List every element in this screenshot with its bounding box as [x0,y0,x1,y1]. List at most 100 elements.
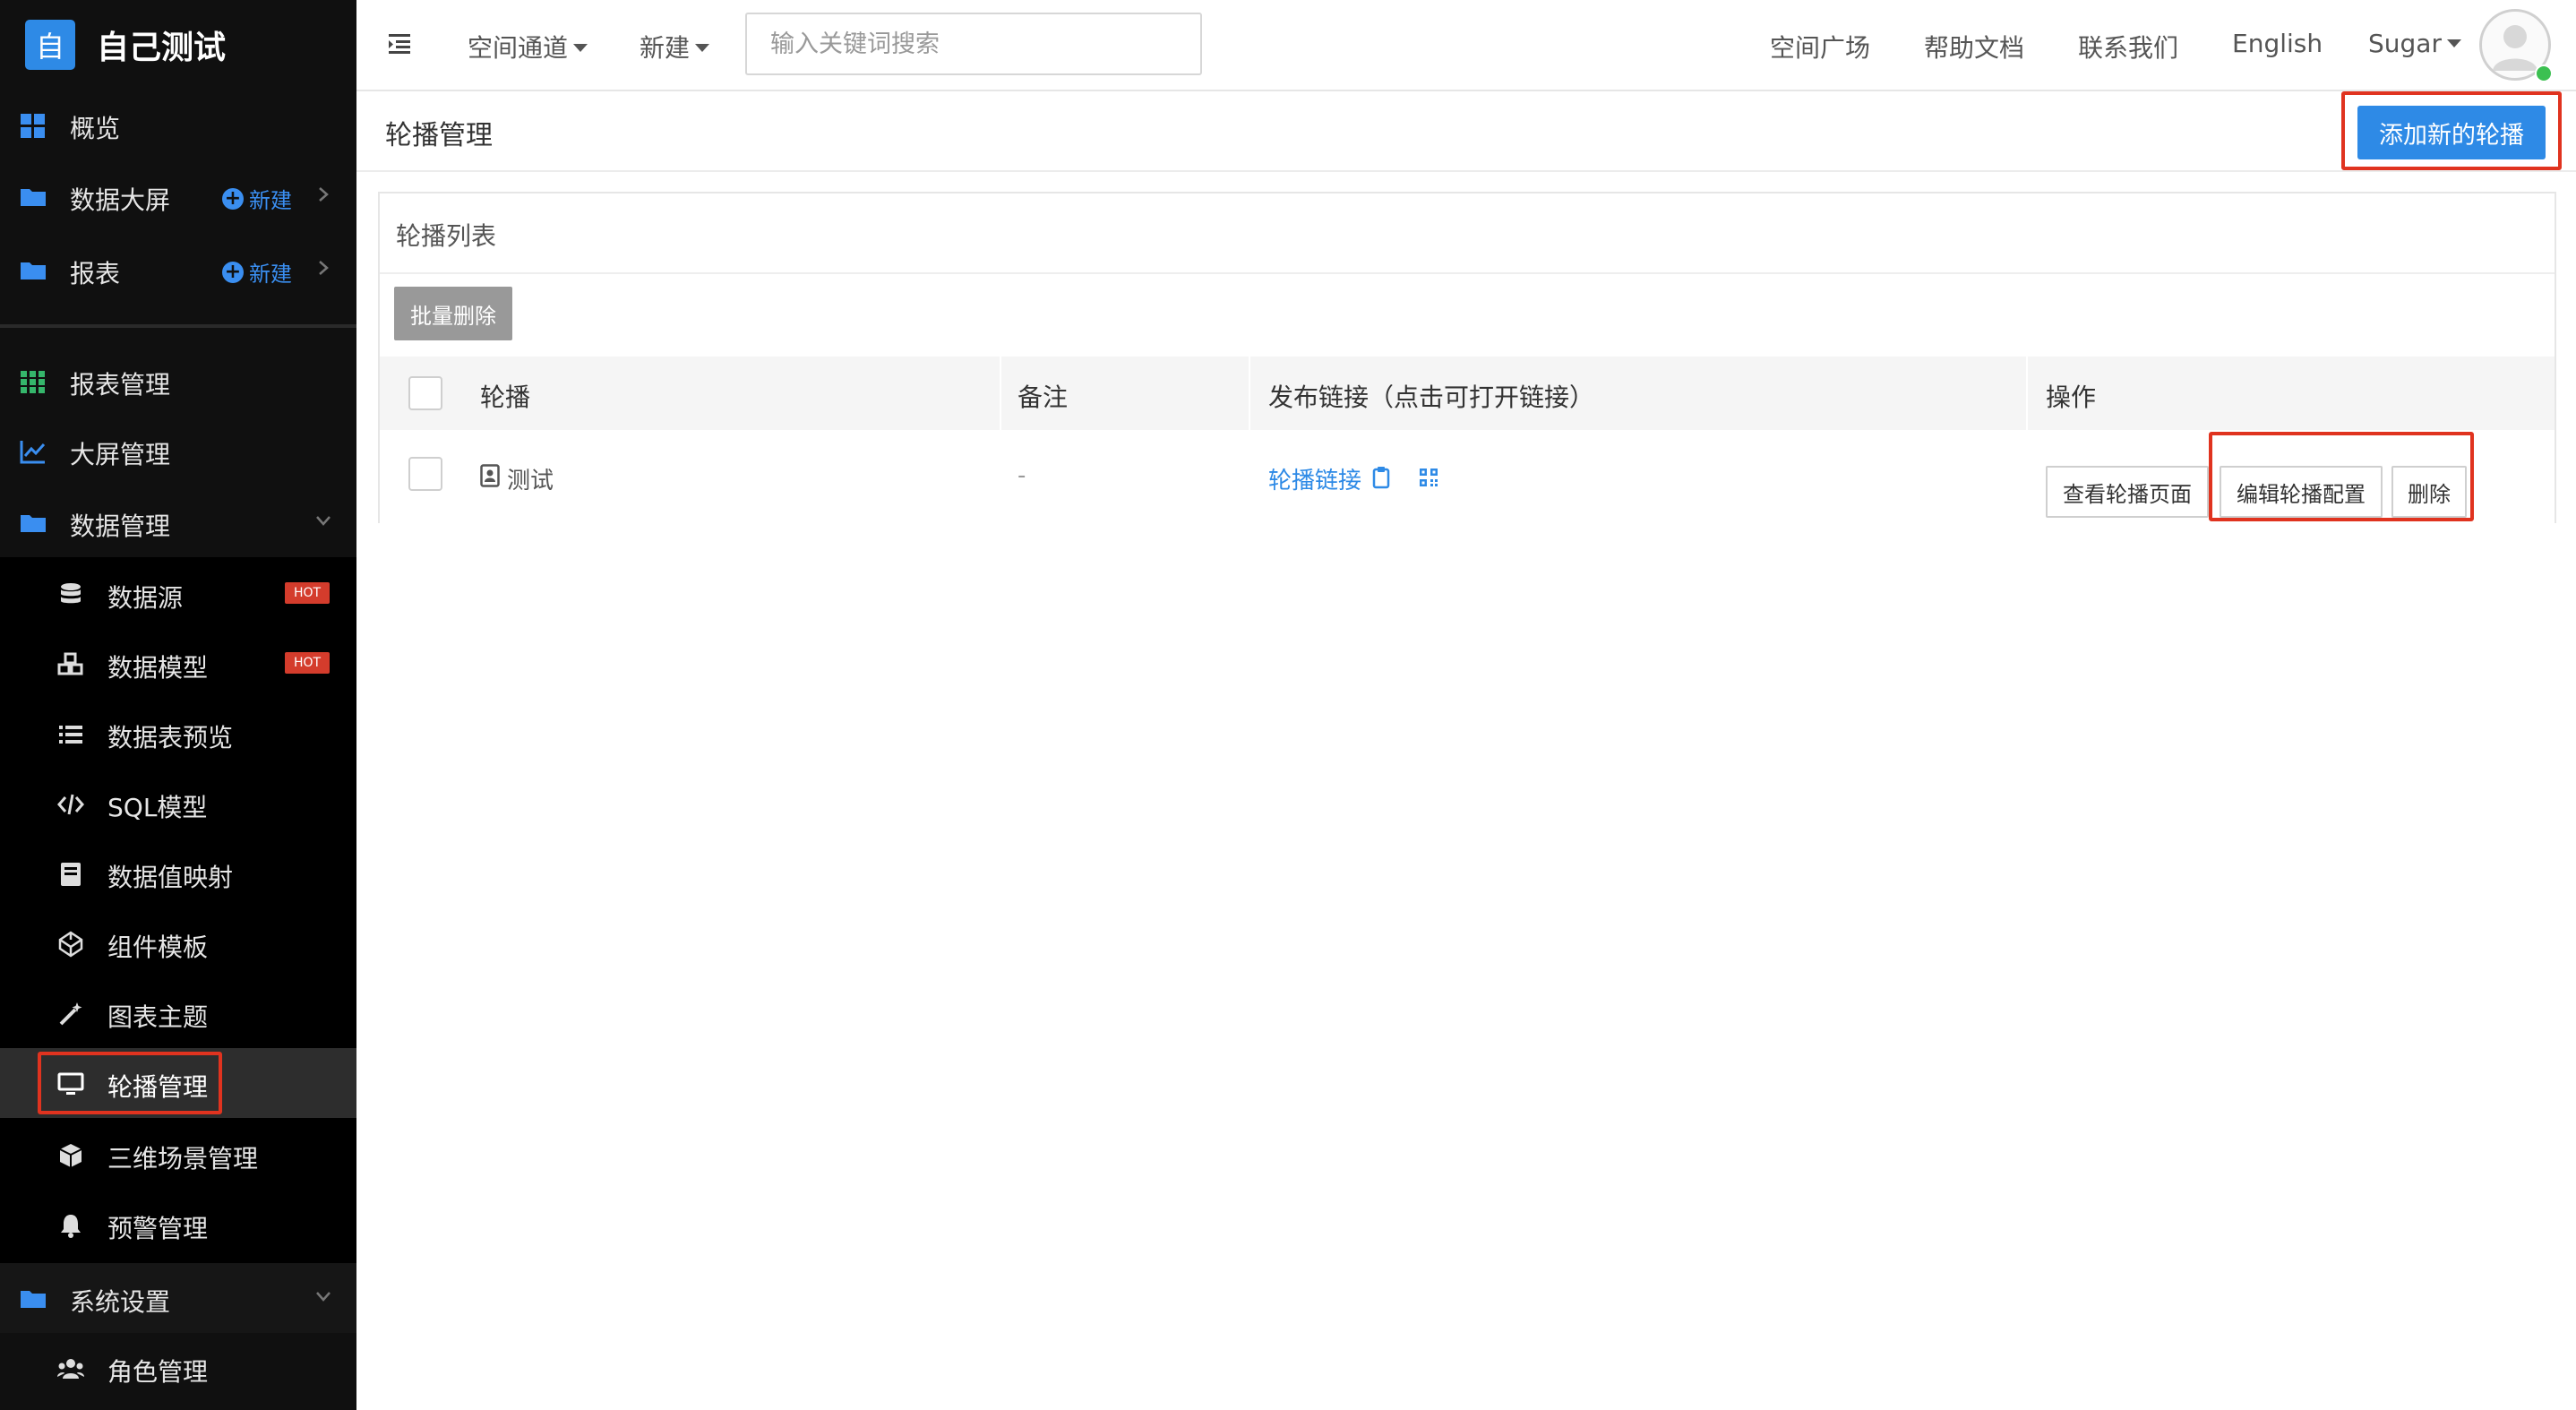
cube-icon [59,1144,82,1167]
book-icon [61,863,81,886]
edit-carousel-config-button[interactable]: 编辑轮播配置 [2220,466,2383,518]
new-data-screen-link[interactable]: + 新建 [222,183,292,214]
panel-title: 轮播列表 [396,221,497,251]
sidebar-item-label: 数据表预览 [107,723,234,752]
logo-icon: 自 [25,20,75,70]
folder-icon [21,1291,46,1308]
sidebar-item-label: 数据管理 [70,512,171,541]
column-header-carousel: 轮播 [480,383,531,412]
sidebar-item-label: 组件模板 [107,933,209,962]
plus-circle-icon: + [222,261,244,283]
sidebar-item-label: 大屏管理 [70,440,171,469]
row-checkbox[interactable] [408,457,442,491]
add-carousel-button[interactable]: 添加新的轮播 [2357,106,2546,159]
hot-badge: HOT [285,652,330,674]
carousel-note: - [1018,462,1026,489]
chevron-down-icon[interactable] [313,511,333,530]
batch-delete-button[interactable]: 批量删除 [394,287,512,340]
sidebar-item-data-screen[interactable]: 数据大屏 + 新建 [0,161,356,231]
table-header: 轮播 备注 发布链接（点击可打开链接） 操作 [380,357,2555,430]
sidebar-item-table-preview[interactable]: 数据表预览 [0,699,356,769]
space-channel-dropdown[interactable]: 空间通道 [468,29,588,64]
sidebar-item-label: SQL模型 [107,793,208,822]
top-bar: 空间通道 新建 空间广场 帮助文档 联系我们 English Sugar [356,0,2576,91]
caret-down-icon [2446,39,2461,47]
sidebar-item-label: 角色管理 [107,1357,209,1387]
contact-us-link[interactable]: 联系我们 [2078,29,2178,64]
database-icon [61,583,81,604]
new-label: 新建 [249,188,292,213]
sidebar-item-label: 系统设置 [70,1287,171,1317]
column-header-publish-link: 发布链接（点击可打开链接） [1268,383,1595,412]
column-separator [2026,357,2028,430]
new-dropdown[interactable]: 新建 [640,29,710,64]
table-row: 测试 - 轮播链接 查看轮播页面 编辑轮播配置 删除 [380,430,2555,523]
carousel-publish-link[interactable]: 轮播链接 [1268,462,1361,495]
sidebar-item-label: 概览 [70,114,121,143]
user-name: Sugar [2368,29,2442,58]
view-carousel-page-button[interactable]: 查看轮播页面 [2046,466,2209,518]
select-all-checkbox[interactable] [408,376,442,410]
sidebar-item-label: 数据值映射 [107,863,234,892]
page-title: 轮播管理 [385,120,493,151]
sidebar-item-label: 报表 [70,259,121,288]
new-report-link[interactable]: + 新建 [222,256,292,288]
folder-icon [21,262,46,279]
carousel-name: 测试 [507,468,554,494]
sidebar-item-component-template[interactable]: 组件模板 [0,908,356,978]
line-chart-icon [20,441,46,464]
app-title: 自己测试 [97,30,227,66]
delete-carousel-button[interactable]: 删除 [2391,466,2467,518]
folder-icon [21,189,46,206]
sidebar-item-label: 数据模型 [107,653,209,683]
chevron-right-icon[interactable] [313,185,333,204]
sidebar-item-value-mapping[interactable]: 数据值映射 [0,838,356,908]
search-input[interactable] [745,13,1202,75]
sidebar-item-overview[interactable]: 概览 [0,90,356,159]
column-header-actions: 操作 [2046,383,2097,412]
column-header-note: 备注 [1018,383,1069,412]
help-docs-link[interactable]: 帮助文档 [1924,29,2024,64]
contact-card-icon [480,464,500,487]
highlight-box-carousel [38,1052,222,1114]
sidebar-item-data-management[interactable]: 数据管理 [0,487,356,557]
sidebar-item-report[interactable]: 报表 + 新建 [0,235,356,305]
space-plaza-link[interactable]: 空间广场 [1770,29,1870,64]
sidebar-item-sql-model[interactable]: SQL模型 [0,769,356,838]
online-status-dot [2535,64,2553,82]
bell-icon [61,1215,81,1238]
codepen-icon [58,931,83,958]
panel-header: 轮播列表 [380,193,2555,274]
sidebar-item-3d-scene[interactable]: 三维场景管理 [0,1120,356,1190]
sidebar-toggle-icon[interactable] [387,32,412,56]
sidebar-item-system-settings[interactable]: 系统设置 [0,1263,356,1333]
sidebar-item-chart-theme[interactable]: 图表主题 [0,978,356,1048]
sidebar-item-report-management[interactable]: 报表管理 [0,346,356,416]
new-label: 新建 [640,33,691,63]
user-menu-dropdown[interactable]: Sugar [2368,29,2461,58]
chevron-down-icon[interactable] [313,1286,333,1306]
sidebar-item-label: 图表主题 [107,1002,209,1032]
sidebar-item-label: 预警管理 [107,1214,209,1243]
column-separator [1000,357,1001,430]
users-icon [57,1359,84,1379]
carousel-list-panel: 轮播列表 批量删除 轮播 备注 发布链接（点击可打开链接） 操作 测试 - 轮播… [378,192,2556,523]
language-link[interactable]: English [2232,29,2323,58]
space-channel-label: 空间通道 [468,33,569,63]
cubes-icon [57,652,83,675]
sidebar-item-data-source[interactable]: 数据源 HOT [0,559,356,629]
sidebar-item-screen-management[interactable]: 大屏管理 [0,416,356,486]
sidebar-item-alert[interactable]: 预警管理 [0,1190,356,1260]
magic-wand-icon [59,1002,82,1026]
sidebar-item-role-management[interactable]: 角色管理 [0,1333,356,1403]
sidebar-item-label: 三维场景管理 [107,1144,259,1174]
qrcode-icon[interactable] [1419,468,1438,487]
folder-icon [21,515,46,532]
column-separator [1249,357,1250,430]
caret-down-icon [695,44,710,52]
sidebar-item-data-model[interactable]: 数据模型 HOT [0,629,356,699]
chevron-right-icon[interactable] [313,258,333,278]
sidebar-item-label: 数据源 [107,583,184,613]
clipboard-icon[interactable] [1372,466,1390,489]
list-icon [59,726,82,744]
